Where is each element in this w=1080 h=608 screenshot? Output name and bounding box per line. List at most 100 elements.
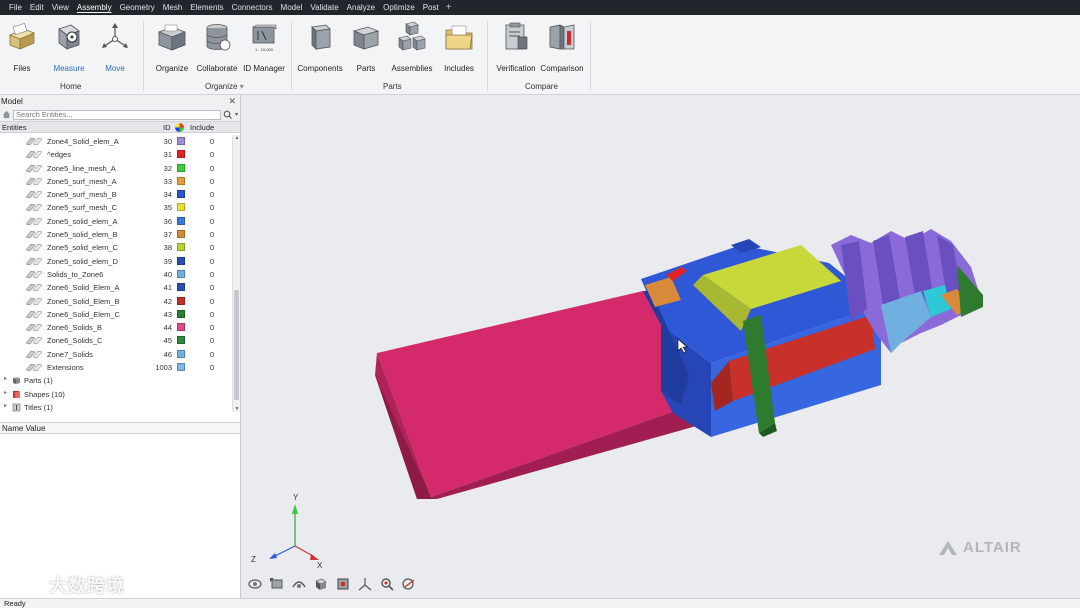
- menu-geometry[interactable]: Geometry: [116, 0, 159, 15]
- menu-analyze[interactable]: Analyze: [343, 0, 379, 15]
- tree-scrollbar[interactable]: ▲ ▼: [232, 135, 240, 412]
- color-swatch[interactable]: [177, 230, 185, 239]
- menu-optimize[interactable]: Optimize: [379, 0, 419, 15]
- color-swatch[interactable]: [177, 309, 185, 318]
- table-row[interactable]: Solids_to_Zone6 40 0: [0, 268, 232, 281]
- collaborate-button[interactable]: Collaborate: [195, 19, 239, 73]
- color-swatch[interactable]: [177, 203, 185, 212]
- color-swatch[interactable]: [177, 256, 185, 265]
- table-row[interactable]: Zone5_solid_elem_C 38 0: [0, 241, 232, 254]
- menu-validate[interactable]: Validate: [306, 0, 342, 15]
- table-row[interactable]: Zone6_Solid_Elem_A 41 0: [0, 281, 232, 294]
- color-swatch[interactable]: [177, 216, 185, 225]
- table-row[interactable]: Zone5_solid_elem_B 37 0: [0, 228, 232, 241]
- pan-view-icon[interactable]: [291, 577, 307, 591]
- expand-arrow-icon[interactable]: ▸: [4, 389, 7, 396]
- menu-post[interactable]: Post: [419, 0, 443, 15]
- column-include[interactable]: Include: [190, 123, 214, 132]
- color-swatch[interactable]: [177, 150, 185, 159]
- axis-view-icon[interactable]: [357, 577, 373, 591]
- scroll-up-arrow-icon[interactable]: ▲: [233, 135, 241, 141]
- assemblies-button[interactable]: Assemblies: [390, 19, 434, 73]
- search-input[interactable]: [13, 109, 221, 120]
- table-row[interactable]: Zone6_Solid_Elem_B 42 0: [0, 295, 232, 308]
- front-view-icon[interactable]: [335, 577, 351, 591]
- files-button[interactable]: Files: [0, 19, 44, 73]
- table-row[interactable]: Zone5_surf_mesh_B 34 0: [0, 188, 232, 201]
- table-row[interactable]: Extensions 1003 0: [0, 361, 232, 374]
- home-icon[interactable]: [2, 110, 11, 119]
- table-row[interactable]: Zone4_Solid_elem_A 30 0: [0, 135, 232, 148]
- menu-view[interactable]: View: [48, 0, 73, 15]
- menu-assembly[interactable]: Assembly: [73, 0, 116, 15]
- color-wheel-icon[interactable]: [175, 123, 184, 132]
- color-swatch[interactable]: [177, 137, 185, 145]
- color-swatch[interactable]: [177, 349, 185, 358]
- graphics-viewport[interactable]: Y Z X ALTAIR: [241, 95, 1080, 598]
- menu-file[interactable]: File: [5, 0, 26, 15]
- menu-edit[interactable]: Edit: [26, 0, 48, 15]
- components-button[interactable]: Components: [297, 19, 343, 73]
- component-icon: [25, 164, 43, 172]
- component-icon: [25, 297, 43, 305]
- table-row[interactable]: Zone6_Solids_C 45 0: [0, 334, 232, 347]
- color-swatch[interactable]: [177, 323, 185, 332]
- table-row[interactable]: Zone5_solid_elem_D 39 0: [0, 255, 232, 268]
- table-row[interactable]: Zone6_Solid_Elem_C 43 0: [0, 308, 232, 321]
- iso-view-icon[interactable]: [313, 577, 329, 591]
- menu-elements[interactable]: Elements: [186, 0, 227, 15]
- table-row[interactable]: Zone5_line_mesh_A 32 0: [0, 162, 232, 175]
- entity-include: 0: [209, 296, 214, 306]
- table-row[interactable]: ^edges 31 0: [0, 148, 232, 161]
- color-swatch[interactable]: [177, 176, 185, 185]
- menu-model[interactable]: Model: [277, 0, 307, 15]
- expand-arrow-icon[interactable]: ▸: [4, 375, 7, 382]
- color-swatch[interactable]: [177, 336, 185, 345]
- search-options-chevron-icon[interactable]: ▾: [235, 111, 238, 118]
- scrollbar-thumb[interactable]: [234, 290, 239, 400]
- color-swatch[interactable]: [177, 269, 185, 278]
- measure-view-icon[interactable]: [401, 577, 417, 591]
- color-swatch[interactable]: [177, 163, 185, 172]
- fit-view-icon[interactable]: [269, 577, 285, 591]
- tree-group-row[interactable]: ▸ Shapes (10): [0, 388, 232, 401]
- scroll-down-arrow-icon[interactable]: ▼: [233, 406, 241, 412]
- column-id[interactable]: ID: [163, 123, 171, 132]
- group-label: Shapes (10): [24, 389, 65, 399]
- column-entities[interactable]: Entities: [2, 123, 27, 132]
- move-button[interactable]: Move: [93, 19, 137, 73]
- zoom-icon[interactable]: [379, 577, 395, 591]
- parts-button[interactable]: Parts: [344, 19, 388, 73]
- group-organize-label[interactable]: Organize ▾: [205, 82, 244, 91]
- comparison-button[interactable]: Comparison: [540, 19, 584, 73]
- search-icon[interactable]: [223, 110, 233, 120]
- color-swatch[interactable]: [177, 363, 185, 372]
- rotate-view-icon[interactable]: [247, 577, 263, 591]
- extension-part[interactable]: [375, 291, 707, 499]
- tree-group-row[interactable]: ▸ Parts (1): [0, 374, 232, 387]
- table-row[interactable]: Zone6_Solids_B 44 0: [0, 321, 232, 334]
- add-ribbon-plus-icon[interactable]: +: [443, 0, 452, 15]
- includes-button[interactable]: Includes: [437, 19, 481, 73]
- table-row[interactable]: Zone5_solid_elem_A 36 0: [0, 215, 232, 228]
- verification-button[interactable]: Verification: [494, 19, 538, 73]
- 3d-model[interactable]: [241, 95, 1080, 598]
- expand-arrow-icon[interactable]: ▸: [4, 402, 7, 409]
- organize-button[interactable]: Organize: [150, 19, 194, 73]
- component-icon: [25, 283, 43, 292]
- menu-connectors[interactable]: Connectors: [228, 0, 277, 15]
- entity-include: 0: [209, 336, 214, 346]
- close-icon[interactable]: ✕: [228, 96, 236, 107]
- color-swatch[interactable]: [177, 296, 185, 305]
- measure-button[interactable]: Measure: [47, 19, 91, 73]
- table-row[interactable]: Zone5_surf_mesh_C 35 0: [0, 201, 232, 214]
- color-swatch[interactable]: [177, 283, 185, 292]
- table-row[interactable]: Zone7_Solids 46 0: [0, 348, 232, 361]
- menu-mesh[interactable]: Mesh: [159, 0, 187, 15]
- entity-id: 44: [163, 323, 172, 333]
- tree-group-row[interactable]: ▸ Titles (1): [0, 401, 232, 412]
- color-swatch[interactable]: [177, 243, 185, 252]
- id-manager-button[interactable]: 1 - 10,000 ID Manager: [242, 19, 286, 73]
- color-swatch[interactable]: [177, 190, 185, 199]
- table-row[interactable]: Zone5_surf_mesh_A 33 0: [0, 175, 232, 188]
